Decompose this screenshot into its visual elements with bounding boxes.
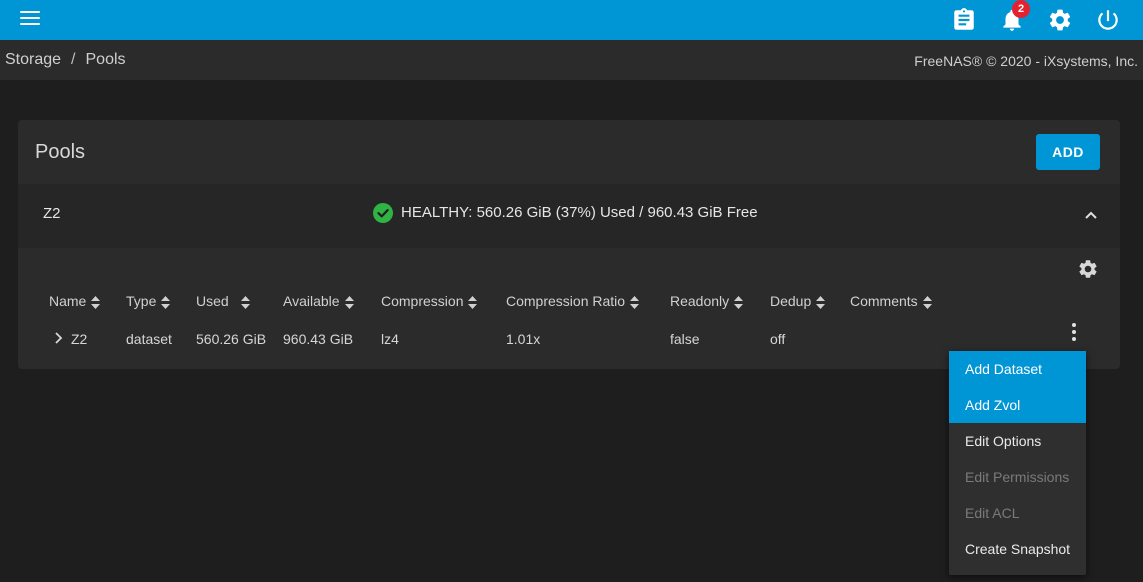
column-header-type[interactable]: Type xyxy=(126,293,171,309)
cell-name: Z2 xyxy=(71,331,88,347)
column-header-compression[interactable]: Compression xyxy=(381,293,478,309)
copyright-text: FreeNAS® © 2020 - iXsystems, Inc. xyxy=(914,53,1138,69)
menu-item-add-zvol[interactable]: Add Zvol xyxy=(949,387,1086,423)
sort-icon xyxy=(240,295,250,309)
sort-icon xyxy=(91,295,101,309)
column-header-readonly[interactable]: Readonly xyxy=(670,293,744,309)
more-vert-icon[interactable] xyxy=(1069,322,1079,342)
add-pool-button[interactable]: ADD xyxy=(1036,134,1100,170)
breadcrumb-bar: Storage / Pools FreeNAS® © 2020 - iXsystem… xyxy=(0,40,1143,80)
column-header-available[interactable]: Available xyxy=(283,293,354,309)
top-bar: 2 xyxy=(0,0,1143,40)
sort-icon xyxy=(816,295,826,309)
cell-compression: lz4 xyxy=(381,331,399,347)
breadcrumb-pools: Pools xyxy=(85,51,126,68)
breadcrumb-separator: / xyxy=(71,51,76,68)
menu-icon[interactable] xyxy=(20,11,40,26)
menu-item-edit-permissions: Edit Permissions xyxy=(965,469,1070,485)
cell-available: 960.43 GiB xyxy=(283,331,354,347)
menu-item-add-dataset[interactable]: Add Dataset xyxy=(949,351,1086,387)
pool-header[interactable]: Z2 HEALTHY: 560.26 GiB (37%) Used / 960.… xyxy=(18,184,1120,248)
column-header-dedup[interactable]: Dedup xyxy=(770,293,826,309)
cell-used: 560.26 GiB xyxy=(196,331,267,347)
clipboard-icon[interactable] xyxy=(951,7,977,33)
chevron-up-icon[interactable] xyxy=(1084,208,1098,222)
table-settings-gear-icon[interactable] xyxy=(1077,258,1099,280)
breadcrumb-storage[interactable]: Storage xyxy=(5,51,61,68)
gear-icon[interactable] xyxy=(1047,7,1073,33)
power-icon[interactable] xyxy=(1095,7,1121,33)
cell-type: dataset xyxy=(126,331,172,347)
breadcrumb: Storage / Pools xyxy=(5,51,126,69)
cell-compression-ratio: 1.01x xyxy=(506,331,541,347)
dataset-actions-menu: Add Dataset Add Zvol Edit Options Edit P… xyxy=(949,351,1086,575)
column-header-used[interactable]: Used xyxy=(196,293,250,309)
column-header-compression-ratio[interactable]: Compression Ratio xyxy=(506,293,640,309)
menu-item-edit-acl: Edit ACL xyxy=(965,505,1020,521)
chevron-right-icon[interactable] xyxy=(54,332,64,344)
menu-item-create-snapshot[interactable]: Create Snapshot xyxy=(949,531,1086,567)
sort-icon xyxy=(344,295,354,309)
pools-card: Pools ADD Z2 HEALTHY: 560.26 GiB (37%) U… xyxy=(18,120,1120,369)
pool-name: Z2 xyxy=(43,205,61,222)
menu-item-edit-options[interactable]: Edit Options xyxy=(949,423,1086,459)
cell-dedup: off xyxy=(770,331,786,347)
pool-status: HEALTHY: 560.26 GiB (37%) Used / 960.43 … xyxy=(401,204,758,221)
sort-icon xyxy=(161,295,171,309)
sort-icon xyxy=(922,295,932,309)
column-header-name[interactable]: Name xyxy=(49,293,101,309)
cell-readonly: false xyxy=(670,331,700,347)
sort-icon xyxy=(468,295,478,309)
notification-badge: 2 xyxy=(1012,0,1030,18)
sort-icon xyxy=(630,295,640,309)
page-title: Pools xyxy=(35,141,86,163)
sort-icon xyxy=(734,295,744,309)
column-header-comments[interactable]: Comments xyxy=(850,293,932,309)
check-circle-icon xyxy=(373,203,393,223)
